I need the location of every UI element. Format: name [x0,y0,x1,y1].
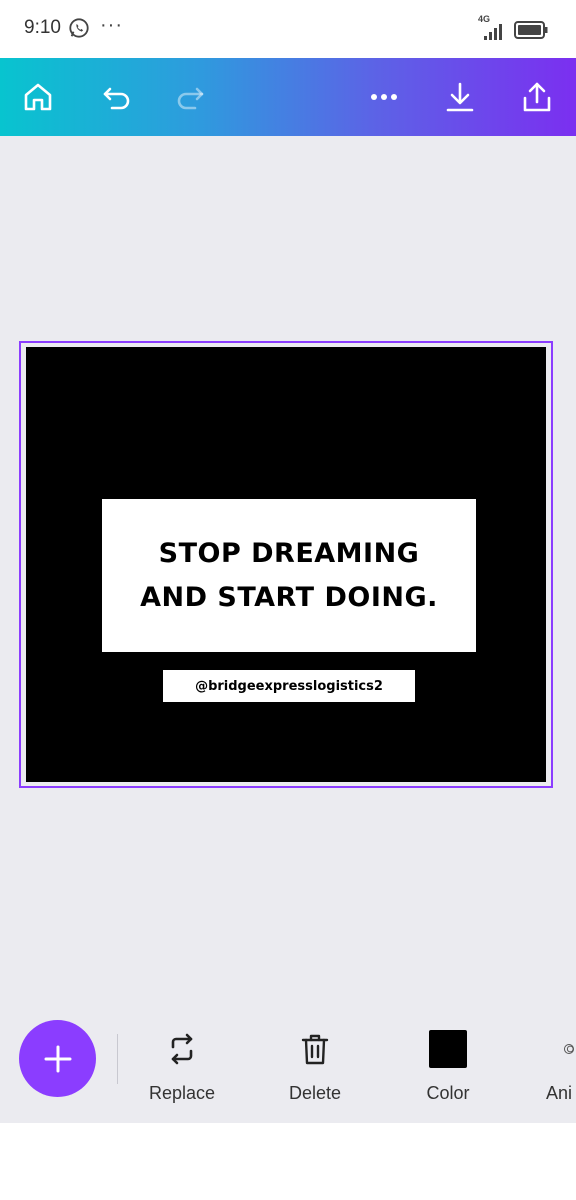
color-swatch [429,1030,467,1068]
home-button[interactable] [18,77,58,117]
whatsapp-icon [69,18,89,38]
signal-icon [484,24,502,40]
add-button[interactable] [19,1020,96,1097]
replace-button[interactable]: Replace [127,1018,237,1113]
selected-page-frame[interactable]: STOP DREAMING AND START DOING. @bridgeex… [19,341,553,788]
delete-button[interactable]: Delete [260,1018,370,1113]
animate-label: Ani [546,1083,573,1103]
share-button[interactable] [517,77,557,117]
canvas-area[interactable]: STOP DREAMING AND START DOING. @bridgeex… [0,136,576,1006]
handle-text-box[interactable]: @bridgeexpresslogistics2 [163,670,415,702]
quote-line-1: STOP DREAMING [158,537,420,569]
replace-label: Replace [148,1083,216,1103]
status-time: 9:10 [24,17,61,38]
more-icon [371,94,397,100]
share-icon [523,82,551,112]
redo-icon [177,87,204,110]
quote-line-2: AND START DOING. [140,581,438,613]
system-nav-area [0,1123,576,1200]
color-label: Color [426,1083,470,1103]
more-button[interactable] [364,77,404,117]
home-icon [24,83,52,111]
animate-button[interactable]: Ani [526,1018,576,1113]
undo-button[interactable] [96,77,136,117]
editor-toolbar [0,58,576,136]
bottom-toolbar: Replace Delete Color Ani [0,1006,576,1123]
toolbar-divider [117,1034,118,1084]
design-page[interactable]: STOP DREAMING AND START DOING. @bridgeex… [26,347,546,782]
quote-text-box[interactable]: STOP DREAMING AND START DOING. [102,499,476,652]
color-button[interactable]: Color [393,1018,503,1113]
status-bar: 9:10 ··· 4G [0,0,576,58]
animate-icon [563,1043,575,1055]
trash-icon [301,1034,329,1065]
replace-icon [171,1033,193,1065]
battery-icon [514,21,548,39]
notification-dots: ··· [100,14,123,36]
network-type: 4G [478,14,491,24]
delete-label: Delete [288,1083,342,1103]
redo-button[interactable] [171,77,211,117]
handle-text: @bridgeexpresslogistics2 [195,678,383,694]
undo-icon [103,87,130,110]
download-icon [446,82,474,112]
plus-icon [44,1045,71,1072]
download-button[interactable] [440,77,480,117]
